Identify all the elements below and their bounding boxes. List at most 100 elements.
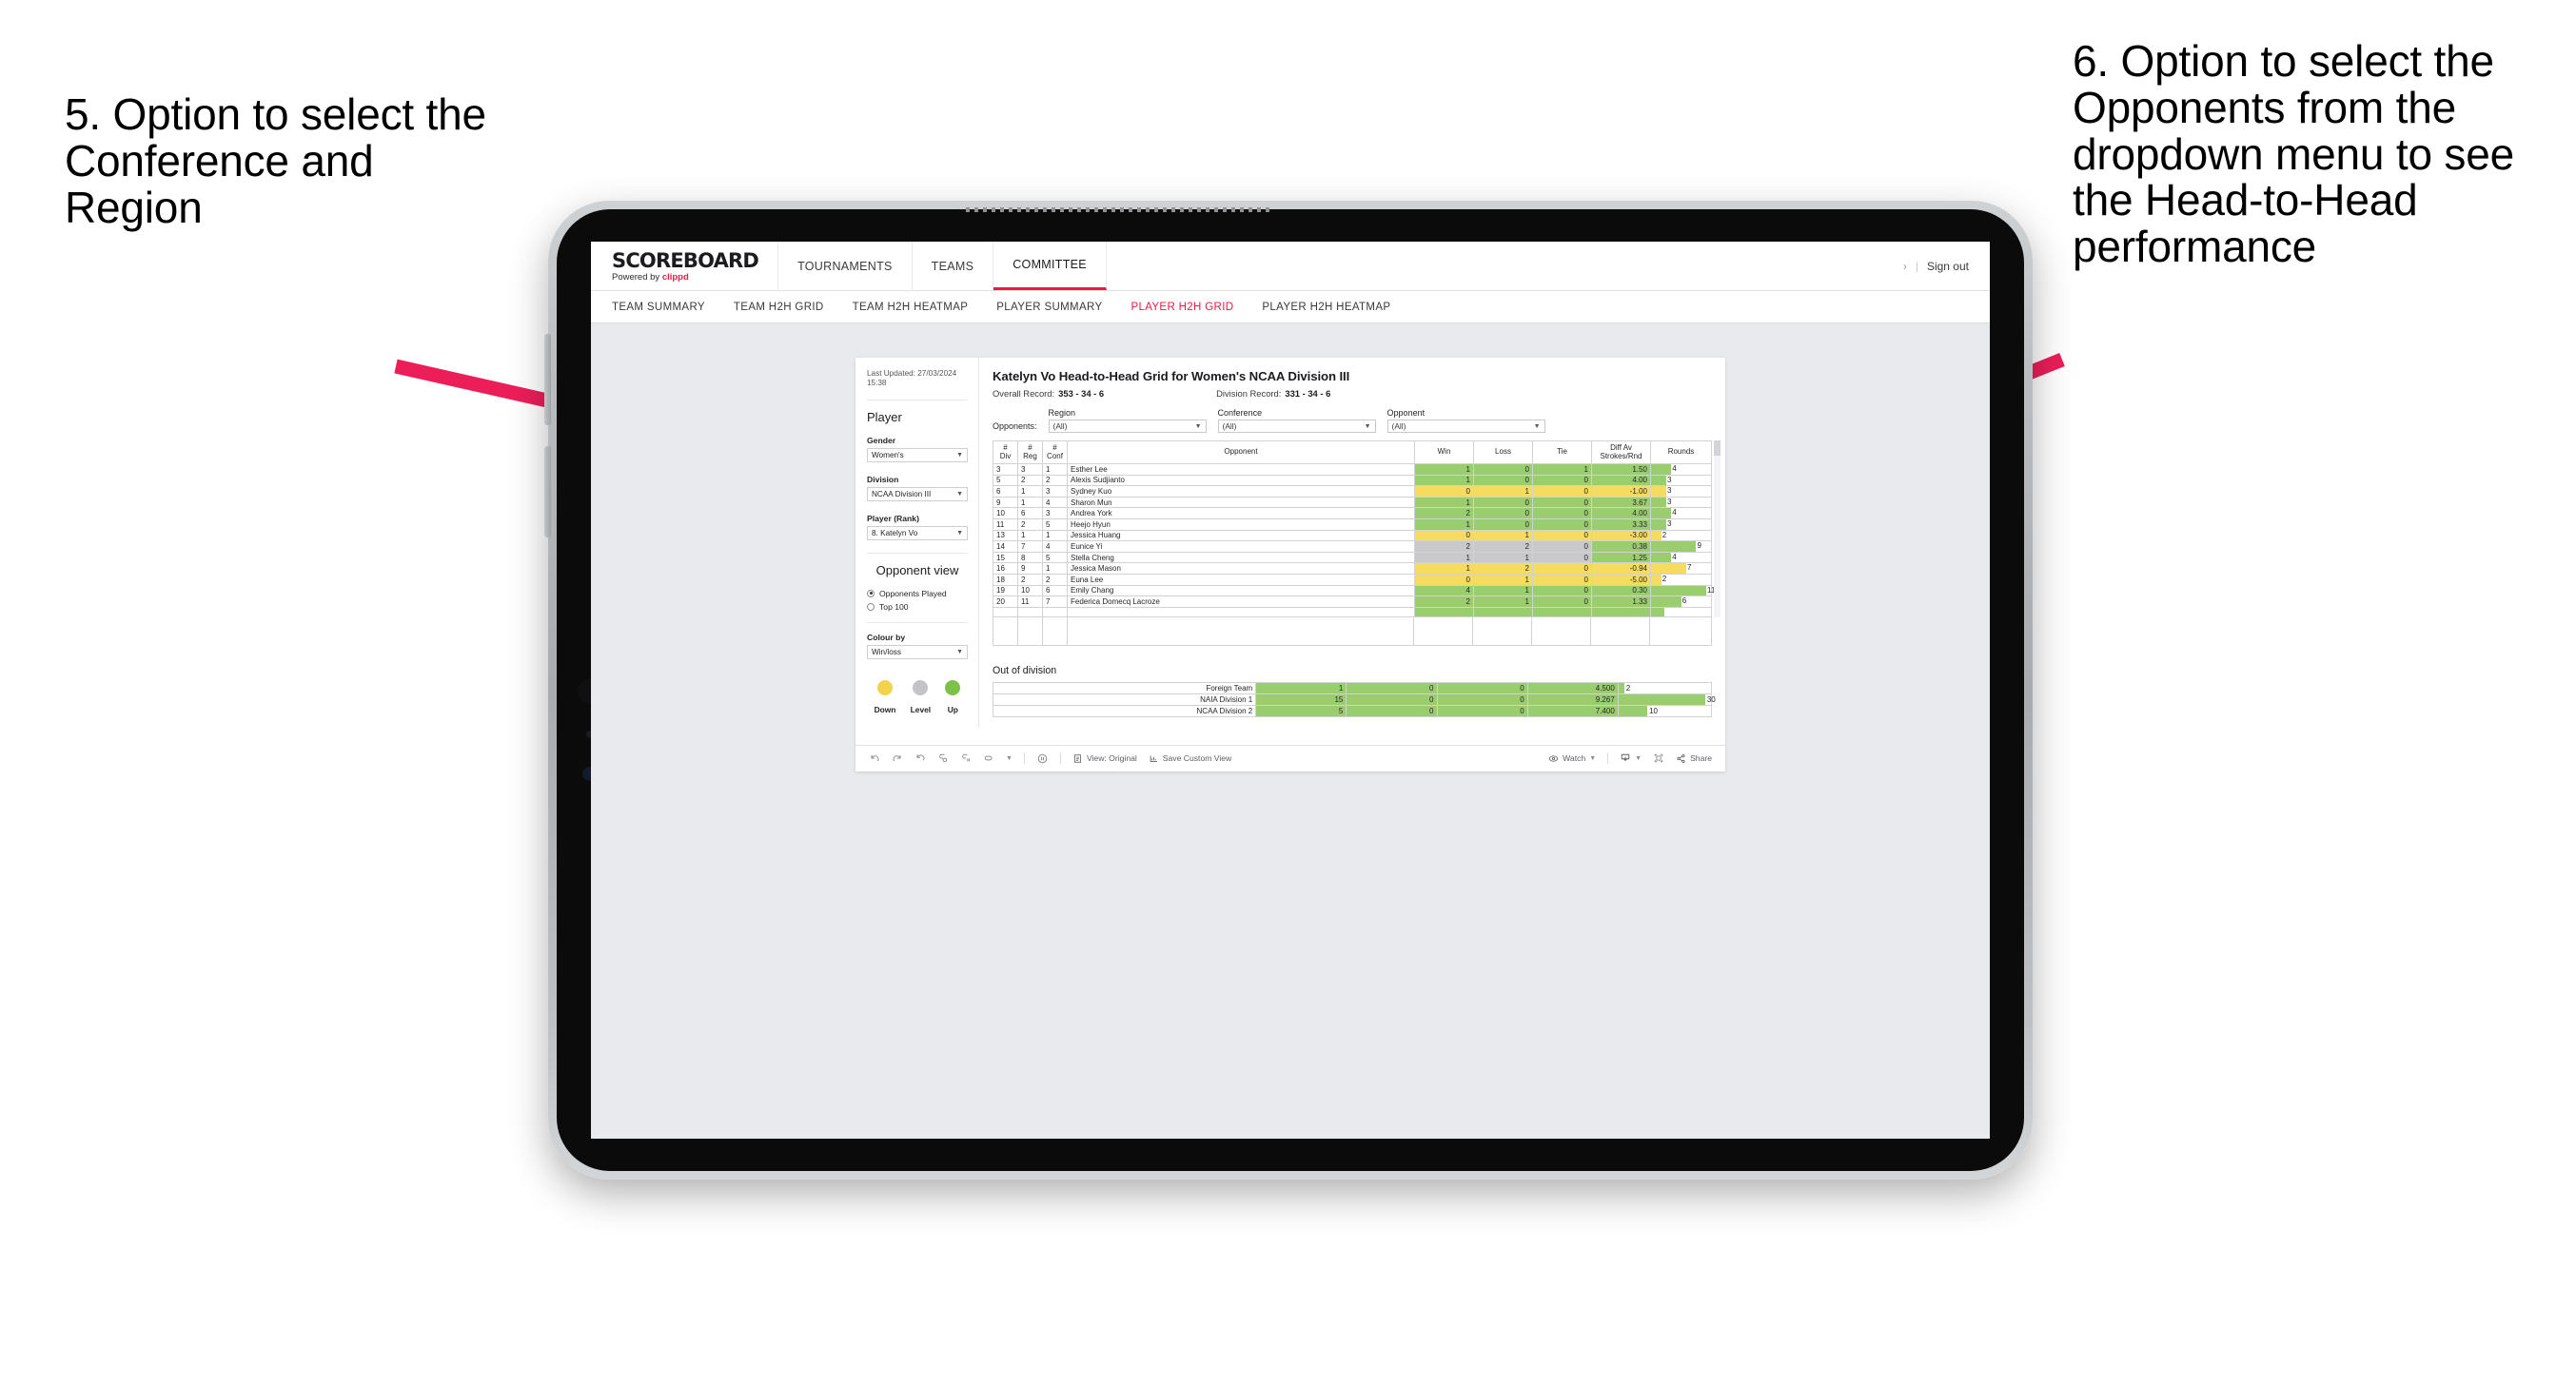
view-original-button[interactable]: View: Original [1072, 753, 1137, 764]
subnav-player-h2h-grid[interactable]: PLAYER H2H GRID [1131, 302, 1233, 313]
table-row[interactable]: 3 3 1 Esther Lee 1 0 1 1.50 4 [993, 463, 1712, 476]
volume-up-button[interactable] [544, 334, 551, 425]
cell-div: 13 [993, 529, 1018, 542]
subnav-team-h2h-heatmap[interactable]: TEAM H2H HEATMAP [853, 302, 969, 313]
nav-item-committee[interactable]: COMMITTEE [993, 242, 1107, 290]
table-row[interactable]: 9 1 4 Sharon Mun 1 0 0 3.67 3 [993, 496, 1712, 509]
watch-button[interactable]: Watch ▼ [1548, 753, 1596, 764]
rounds-value: 3 [1667, 497, 1672, 506]
col-tie-header[interactable]: Tie [1532, 440, 1592, 464]
col-rounds-header[interactable]: Rounds [1650, 440, 1712, 464]
table-row[interactable]: 13 1 1 Jessica Huang 0 1 0 -3.00 2 [993, 529, 1712, 542]
out-of-division-row[interactable]: NCAA Division 2 5 0 0 7.400 10 [992, 705, 1713, 718]
table-row[interactable]: 10 6 3 Andrea York 2 0 0 4.00 4 [993, 507, 1712, 519]
cell-diff: 4.00 [1591, 474, 1651, 487]
cell-rounds: 3 [1650, 474, 1712, 487]
redo-loop-icon[interactable] [983, 752, 994, 764]
cell-loss: 0 [1473, 496, 1533, 509]
cell-reg: 3 [1017, 463, 1043, 476]
col-div-header[interactable]: # Div [993, 440, 1018, 464]
fullscreen-icon[interactable] [1653, 752, 1664, 764]
table-row[interactable]: 16 9 1 Jessica Mason 1 2 0 -0.94 7 [993, 562, 1712, 575]
player-rank-select[interactable]: 8. Katelyn Vo ▼ [867, 525, 968, 540]
subnav-player-h2h-heatmap[interactable]: PLAYER H2H HEATMAP [1262, 302, 1390, 313]
cell-conf: 3 [1042, 485, 1068, 498]
sub-navigation: TEAM SUMMARY TEAM H2H GRID TEAM H2H HEAT… [591, 291, 1990, 323]
table-row[interactable]: 5 2 2 Alexis Sudjianto 1 0 0 4.00 3 [993, 474, 1712, 487]
cell-win: 1 [1414, 474, 1474, 487]
revert-icon[interactable] [914, 752, 926, 764]
col-win-header[interactable]: Win [1414, 440, 1474, 464]
footer-segment [1414, 617, 1473, 646]
out-of-division-row[interactable]: NAIA Division 1 15 0 0 9.267 30 [992, 693, 1716, 707]
subnav-team-h2h-grid[interactable]: TEAM H2H GRID [734, 302, 824, 313]
pause-icon[interactable] [960, 752, 972, 764]
save-custom-view-button[interactable]: Save Custom View [1149, 753, 1231, 764]
chevron-down-icon[interactable]: ▼ [1006, 755, 1013, 762]
brand-logo[interactable]: SCOREBOARD Powered by clippd [591, 242, 779, 290]
table-row[interactable]: 20 11 7 Federica Domecq Lacroze 2 1 0 1.… [993, 595, 1712, 608]
chevron-down-icon: ▼ [1635, 754, 1642, 762]
grid-scrollbar[interactable] [1714, 440, 1721, 618]
filter-region: Region (All) ▼ [1048, 408, 1207, 433]
grid-empty-footer [993, 617, 1712, 647]
filters-sidebar: Last Updated: 27/03/2024 15:38 Player Ge… [855, 358, 979, 728]
main-pane: Katelyn Vo Head-to-Head Grid for Women's… [979, 358, 1725, 728]
cell-rounds: 2 [1650, 529, 1712, 542]
col-diff-header[interactable]: Diff Av Strokes/Rnd [1591, 440, 1651, 464]
table-row[interactable]: 18 2 2 Euna Lee 0 1 0 -5.00 2 [993, 573, 1712, 586]
colour-by-select[interactable]: Win/loss ▼ [867, 644, 968, 659]
division-record: Division Record: 331 - 34 - 6 [1216, 388, 1330, 399]
volume-down-button[interactable] [544, 446, 551, 537]
watch-label: Watch [1563, 753, 1586, 763]
redo-icon[interactable] [892, 752, 903, 764]
opponent-select[interactable]: (All) ▼ [1386, 420, 1545, 433]
share-button[interactable]: Share [1676, 753, 1712, 764]
table-row[interactable]: 14 7 4 Eunice Yi 2 2 0 0.38 9 [993, 540, 1712, 553]
cell-tie: 0 [1532, 529, 1592, 542]
cell-win: 1 [1414, 562, 1474, 575]
out-of-division-row[interactable]: Foreign Team 1 0 0 4.500 2 [992, 682, 1713, 695]
cell-reg: 11 [1017, 595, 1043, 608]
nav-item-tournaments[interactable]: TOURNAMENTS [778, 242, 913, 290]
division-select[interactable]: NCAA Division III ▼ [867, 486, 968, 501]
records-gap [1104, 388, 1216, 399]
gender-select[interactable]: Women's ▼ [867, 447, 968, 462]
table-row[interactable]: 19 10 6 Emily Chang 4 1 0 0.30 11 [993, 584, 1715, 597]
table-row[interactable]: 15 8 5 Stella Cheng 1 1 0 1.25 4 [993, 551, 1712, 564]
rounds-value: 4 [1672, 464, 1677, 473]
workbook-toolbar: ▼ View: Original Save Custom View Watch … [855, 744, 1725, 771]
cell-win: 1 [1255, 682, 1347, 695]
h2h-grid-table: # Div # Reg # Conf Opponent Win Loss Tie Diff Av St… [993, 440, 1715, 618]
cell-rounds: 4 [1650, 463, 1712, 476]
cell-div: 6 [993, 485, 1018, 498]
table-row[interactable]: 11 2 5 Heejo Hyun 1 0 0 3.33 3 [993, 517, 1712, 531]
footer-segment [1068, 617, 1414, 646]
subnav-player-summary[interactable]: PLAYER SUMMARY [996, 302, 1102, 313]
sign-out-button[interactable]: Sign out [1927, 260, 1969, 273]
rounds-value: 10 [1649, 706, 1658, 715]
cell-loss: 1 [1473, 529, 1533, 542]
col-loss-header[interactable]: Loss [1473, 440, 1533, 464]
table-row[interactable]: 6 1 3 Sydney Kuo 0 1 0 -1.00 3 [993, 485, 1712, 498]
col-conf-header[interactable]: # Conf [1042, 440, 1068, 464]
pause-refresh-icon[interactable] [1036, 752, 1049, 765]
radio-icon-selected [867, 589, 875, 597]
download-button[interactable]: ▼ [1620, 752, 1642, 764]
radio-opponents-played[interactable]: Opponents Played [867, 589, 968, 598]
refresh-icon[interactable] [937, 752, 949, 764]
chevron-right-icon[interactable]: › [1903, 260, 1907, 273]
table-row-clipped [993, 606, 1712, 618]
conference-select[interactable]: (All) ▼ [1217, 420, 1376, 433]
region-select[interactable]: (All) ▼ [1048, 420, 1207, 433]
undo-icon[interactable] [869, 752, 880, 764]
col-reg-header[interactable]: # Reg [1017, 440, 1043, 464]
cell-div: 18 [993, 573, 1018, 586]
grid-scrollbar-thumb[interactable] [1714, 440, 1721, 456]
cell-div: 9 [993, 496, 1018, 509]
subnav-team-summary[interactable]: TEAM SUMMARY [612, 302, 705, 313]
nav-item-teams[interactable]: TEAMS [913, 242, 994, 290]
cell-diff: 3.33 [1591, 517, 1651, 531]
radio-top-100[interactable]: Top 100 [867, 602, 968, 612]
col-opponent-header[interactable]: Opponent [1067, 440, 1415, 464]
